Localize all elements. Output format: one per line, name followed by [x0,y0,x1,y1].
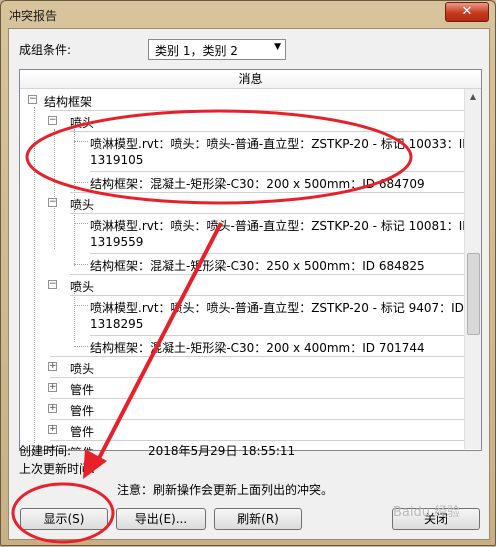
tree-row-label: 喷头 [70,198,95,212]
tree-row-label: 喷头 [70,116,95,130]
element-id: 1319105 [90,153,144,167]
refresh-note: 注意：刷新操作会更新上面列出的冲突。 [117,483,334,497]
tree-row-label: 喷头 [70,280,95,294]
expand-icon[interactable]: + [48,362,57,371]
tree-row-label: 管件 [70,383,95,397]
element-description: 喷淋模型.rvt：喷头：喷头-普通-直立型：ZSTKP-20 - 标记 1003… [90,137,472,151]
tree-row-clash[interactable]: − 喷头 [20,275,464,295]
tree-row-element[interactable]: 结构框架：混凝土-矩形梁-C30：200 x 400mm：ID 701744 [20,336,464,356]
element-id: 1318295 [90,317,144,331]
tree-row-clash[interactable]: + 管件 [20,378,464,398]
tree-row-group[interactable]: − 结构框架 [20,90,464,110]
last-updated-label: 上次更新时间: [19,462,96,476]
collapse-icon[interactable]: − [48,198,57,207]
expand-icon[interactable]: + [48,383,57,392]
dialog-client: 成组条件: 类别 1，类别 2 ▼ 消息 − 结构框架 − 喷头 喷淋模型.rv… [8,28,490,540]
group-condition-label: 成组条件: [19,43,72,57]
expand-icon[interactable]: + [48,404,57,413]
tree-row-clash[interactable]: − 喷头 [20,193,464,213]
show-button[interactable]: 显示(S) [20,508,108,530]
tree-row-element[interactable]: 结构框架：混凝土-矩形梁-C30：200 x 500mm：ID 684709 [20,172,464,192]
clash-report-window: 冲突报告 ✕ 成组条件: 类别 1，类别 2 ▼ 消息 − 结构框架 − 喷头 … [0,0,496,546]
watermark: Baidu 经验 [393,505,461,520]
tree-line [74,305,88,306]
tree-row-label: 管件 [70,444,94,450]
tree-line [74,346,88,347]
scroll-thumb[interactable] [467,253,480,335]
tree-row-clash[interactable]: − 喷头 [20,111,464,131]
tree-row-label: 管件 [70,404,95,418]
tree-row-element[interactable]: 喷淋模型.rvt：喷头：喷头-普通-直立型：ZSTKP-20 - 标记 9407… [20,296,464,334]
close-icon: ✕ [461,4,473,19]
group-condition-select[interactable]: 类别 1，类别 2 ▼ [148,39,286,60]
title-bar: 冲突报告 ✕ [1,1,495,27]
created-time-value: 2018年5月29日 18:55:11 [148,444,296,458]
window-close-button[interactable]: ✕ [445,2,489,22]
tree-line [74,223,88,224]
tree-row-clash[interactable]: + 管件 [20,420,464,440]
tree-row-label: 结构框架 [44,95,93,109]
refresh-button[interactable]: 刷新(R) [214,508,302,530]
export-button[interactable]: 导出(E)... [116,508,206,530]
expand-icon[interactable]: + [48,425,57,434]
tree-row-element[interactable]: 结构框架：混凝土-矩形梁-C30：250 x 500mm：ID 684825 [20,254,464,274]
chevron-down-icon: ▼ [274,42,281,52]
tree-row-element[interactable]: 喷淋模型.rvt：喷头：喷头-普通-直立型：ZSTKP-20 - 标记 1008… [20,214,472,252]
element-description: 喷淋模型.rvt：喷头：喷头-普通-直立型：ZSTKP-20 - 标记 9407… [90,301,464,315]
collapse-icon[interactable]: − [28,95,37,104]
tree-row-element[interactable]: 喷淋模型.rvt：喷头：喷头-普通-直立型：ZSTKP-20 - 标记 1003… [20,132,472,170]
tree-line [74,264,88,265]
element-description: 结构框架：混凝土-矩形梁-C30：200 x 500mm：ID 684709 [90,177,425,191]
tree-row-label: 喷头 [70,362,95,376]
collapse-icon[interactable]: − [48,280,57,289]
tree-row-clash[interactable]: + 喷头 [20,357,464,377]
group-condition-value: 类别 1，类别 2 [155,44,238,58]
message-column-header[interactable]: 消息 [20,70,481,89]
element-id: 1319559 [90,235,144,249]
clash-tree-grid: 消息 − 结构框架 − 喷头 喷淋模型.rvt：喷头：喷头-普通-直立型：ZST… [19,69,482,451]
element-description: 结构框架：混凝土-矩形梁-C30：250 x 500mm：ID 684825 [90,259,425,273]
tree-line [74,182,88,183]
tree-row-label: 管件 [70,425,95,439]
tree-line [74,141,88,142]
element-description: 喷淋模型.rvt：喷头：喷头-普通-直立型：ZSTKP-20 - 标记 1008… [90,219,472,233]
created-time-label: 创建时间: [19,444,72,458]
vertical-scrollbar[interactable]: ▲ [464,89,481,449]
scroll-up-icon[interactable]: ▲ [465,89,481,105]
tree-row-clash[interactable]: + 管件 [20,399,464,419]
collapse-icon[interactable]: − [48,116,57,125]
element-description: 结构框架：混凝土-矩形梁-C30：200 x 400mm：ID 701744 [90,341,425,355]
window-title: 冲突报告 [9,9,58,23]
